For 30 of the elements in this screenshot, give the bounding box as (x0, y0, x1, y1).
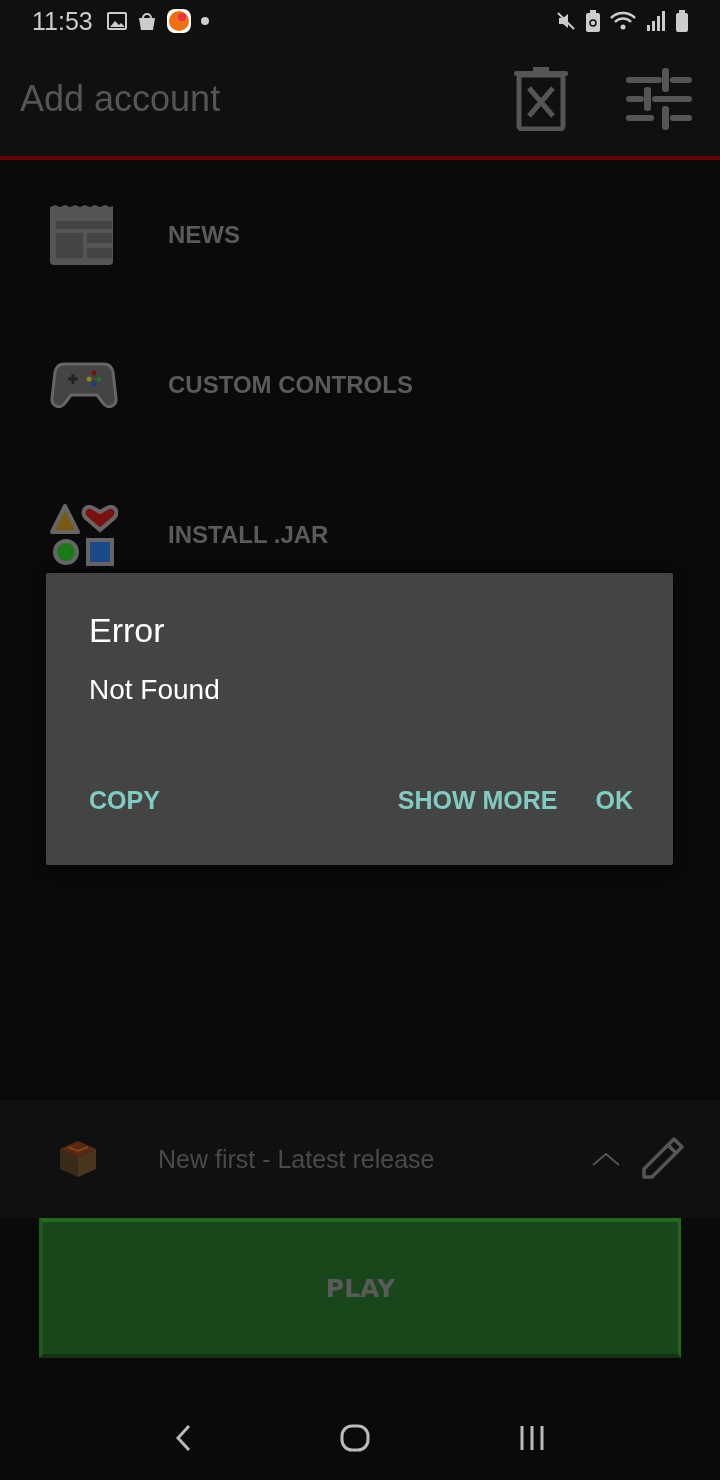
menu-item[interactable]: INSTALL .JAR (0, 460, 720, 610)
settings-icon[interactable] (626, 68, 692, 130)
signal-icon (646, 11, 666, 31)
dialog-title: Error (89, 611, 166, 650)
menu-item[interactable]: NEWS (0, 160, 720, 310)
image-icon (106, 12, 127, 30)
recent-apps-icon[interactable] (519, 1425, 546, 1451)
play-button[interactable]: PLAY (39, 1218, 681, 1358)
mute-icon (556, 11, 576, 31)
dot-icon (200, 17, 209, 25)
toolbar-title: Add account (20, 78, 222, 120)
home-icon[interactable] (340, 1424, 370, 1452)
app-icon (166, 9, 191, 33)
menu-item[interactable]: CUSTOM CONTROLS (0, 310, 720, 460)
dialog-button[interactable]: SHOW MORE (397, 778, 558, 823)
shapes-icon (50, 504, 118, 566)
battery-saver-icon (586, 10, 600, 32)
status-time: 11:53 (32, 6, 93, 36)
dialog-button[interactable]: COPY (89, 778, 160, 823)
dialog-message: Not Found (89, 674, 221, 706)
shopping-bag-icon (136, 11, 157, 31)
crafting-table-icon (58, 1139, 98, 1179)
delete-icon[interactable] (514, 67, 568, 131)
gamepad-icon (50, 362, 118, 408)
pencil-icon[interactable] (640, 1137, 684, 1181)
chevron-up-icon (592, 1152, 620, 1166)
battery-icon (676, 10, 688, 32)
back-icon[interactable] (174, 1424, 191, 1452)
wifi-icon (610, 11, 636, 31)
dialog-button[interactable]: OK (595, 778, 633, 823)
